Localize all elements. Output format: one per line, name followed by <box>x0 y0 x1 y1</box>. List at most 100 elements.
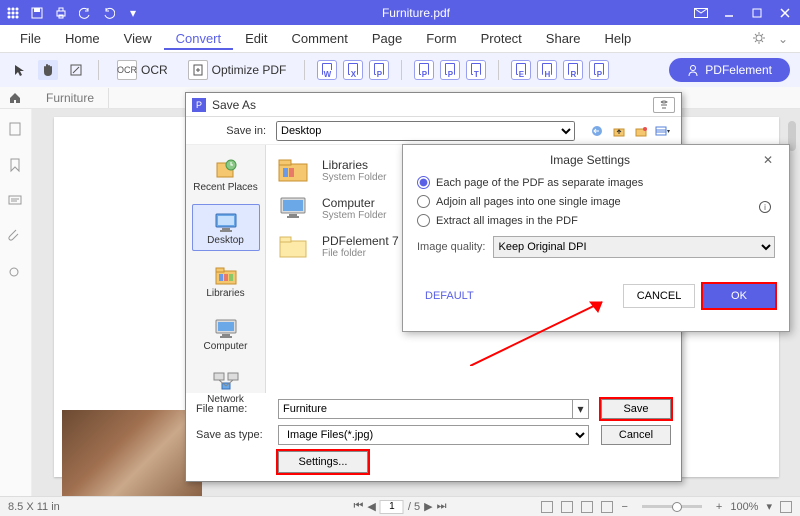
undo-icon[interactable] <box>78 6 92 20</box>
edit-tool-icon[interactable] <box>66 60 86 80</box>
prev-page-icon[interactable]: ◀ <box>367 500 375 513</box>
convert-pdf-icon[interactable]: P <box>440 60 460 80</box>
app-menu-icon[interactable] <box>6 6 20 20</box>
next-page-icon[interactable]: ▶ <box>424 500 432 513</box>
back-icon[interactable] <box>589 123 605 139</box>
save-in-select[interactable]: Desktop <box>276 121 575 141</box>
document-tab[interactable]: Furniture <box>32 88 109 108</box>
dropdown-icon[interactable]: ▾ <box>126 6 140 20</box>
select-tool-icon[interactable] <box>10 60 30 80</box>
menu-convert[interactable]: Convert <box>164 27 234 50</box>
option-separate-images[interactable]: Each page of the PDF as separate images <box>417 173 775 192</box>
menu-protect[interactable]: Protect <box>469 27 534 50</box>
save-as-title: Save As <box>212 98 653 112</box>
page-input[interactable] <box>380 500 404 514</box>
save-icon[interactable] <box>30 6 44 20</box>
ocr-button[interactable]: OCR OCR <box>111 57 174 83</box>
menu-form[interactable]: Form <box>414 27 468 50</box>
ocr-icon: OCR <box>117 60 137 80</box>
thumbnails-icon[interactable] <box>7 121 25 139</box>
toolbar: OCR OCR Optimize PDF W X P P P T E H R P… <box>0 53 800 87</box>
info-icon[interactable]: i <box>759 201 771 213</box>
menu-edit[interactable]: Edit <box>233 27 279 50</box>
zoom-slider[interactable] <box>642 505 702 508</box>
filename-input[interactable] <box>278 399 573 419</box>
document-title: Furniture.pdf <box>140 6 692 20</box>
cancel-button[interactable]: Cancel <box>601 425 671 445</box>
dialog-help-icon[interactable] <box>653 97 675 113</box>
view-mode-1-icon[interactable] <box>541 501 553 513</box>
user-icon <box>687 64 699 76</box>
saveastype-label: Save as type: <box>196 429 278 441</box>
option-extract-images[interactable]: Extract all images in the PDF <box>417 211 775 230</box>
image-quality-select[interactable]: Keep Original DPI <box>493 236 775 258</box>
saveastype-select[interactable]: Image Files(*.jpg) <box>278 425 589 445</box>
print-icon[interactable] <box>54 6 68 20</box>
pdfelement-button[interactable]: PDFelement <box>669 58 790 82</box>
convert-epub-icon[interactable]: E <box>511 60 531 80</box>
first-page-icon[interactable]: ⏮ <box>354 500 364 513</box>
convert-excel-icon[interactable]: X <box>343 60 363 80</box>
mail-icon[interactable] <box>692 4 710 22</box>
up-folder-icon[interactable] <box>611 123 627 139</box>
gear-icon[interactable] <box>752 31 768 47</box>
convert-html-icon[interactable]: H <box>537 60 557 80</box>
menu-file[interactable]: File <box>8 27 53 50</box>
close-icon[interactable] <box>776 4 794 22</box>
menu-home[interactable]: Home <box>53 27 112 50</box>
place-computer[interactable]: Computer <box>192 310 260 357</box>
imgset-cancel-button[interactable]: CANCEL <box>623 284 695 308</box>
zoom-dropdown-icon[interactable]: ▾ <box>766 500 772 513</box>
default-button[interactable]: DEFAULT <box>417 286 482 306</box>
collapse-ribbon-icon[interactable]: ⌄ <box>774 32 792 46</box>
convert-image-icon[interactable]: P <box>414 60 434 80</box>
bookmarks-icon[interactable] <box>7 157 25 175</box>
place-desktop[interactable]: Desktop <box>192 204 260 251</box>
radio-extract[interactable] <box>417 214 430 227</box>
view-mode-4-icon[interactable] <box>601 501 613 513</box>
view-menu-icon[interactable] <box>655 123 671 139</box>
maximize-icon[interactable] <box>748 4 766 22</box>
new-folder-icon[interactable] <box>633 123 649 139</box>
close-icon[interactable]: ✕ <box>763 153 775 173</box>
convert-text-icon[interactable]: T <box>466 60 486 80</box>
save-button[interactable]: Save <box>601 399 671 419</box>
save-in-label: Save in: <box>196 125 270 137</box>
place-recent[interactable]: Recent Places <box>192 151 260 198</box>
status-bar: 8.5 X 11 in ⏮ ◀ / 5 ▶ ⏭ − + 100% ▾ <box>0 496 800 516</box>
search-icon[interactable] <box>7 265 25 283</box>
menu-help[interactable]: Help <box>593 27 644 50</box>
menu-page[interactable]: Page <box>360 27 414 50</box>
hand-tool-icon[interactable] <box>38 60 58 80</box>
view-mode-2-icon[interactable] <box>561 501 573 513</box>
menu-view[interactable]: View <box>112 27 164 50</box>
convert-pdfa-icon[interactable]: P <box>589 60 609 80</box>
fullscreen-icon[interactable] <box>780 501 792 513</box>
filename-dropdown-icon[interactable]: ▾ <box>573 399 589 419</box>
zoom-in-icon[interactable]: + <box>716 501 722 513</box>
photo-preview <box>62 410 202 496</box>
optimize-pdf-button[interactable]: Optimize PDF <box>182 57 293 83</box>
last-page-icon[interactable]: ⏭ <box>437 500 447 513</box>
convert-word-icon[interactable]: W <box>317 60 337 80</box>
minimize-icon[interactable] <box>720 4 738 22</box>
place-libraries[interactable]: Libraries <box>192 257 260 304</box>
menu-share[interactable]: Share <box>534 27 593 50</box>
optimize-icon <box>188 60 208 80</box>
settings-button[interactable]: Settings... <box>278 451 368 473</box>
view-mode-3-icon[interactable] <box>581 501 593 513</box>
option-adjoin-pages[interactable]: Adjoin all pages into one single image <box>417 192 775 211</box>
redo-icon[interactable] <box>102 6 116 20</box>
zoom-out-icon[interactable]: − <box>621 501 627 513</box>
imgset-ok-button[interactable]: OK <box>703 284 775 308</box>
convert-rtf-icon[interactable]: R <box>563 60 583 80</box>
convert-ppt-icon[interactable]: P <box>369 60 389 80</box>
home-icon[interactable] <box>8 91 22 105</box>
comments-icon[interactable] <box>7 193 25 211</box>
attachments-icon[interactable] <box>7 229 25 247</box>
page-navigator: ⏮ ◀ / 5 ▶ ⏭ <box>354 500 447 514</box>
computer-folder-icon <box>276 193 312 223</box>
radio-separate[interactable] <box>417 176 430 189</box>
radio-adjoin[interactable] <box>417 195 430 208</box>
menu-comment[interactable]: Comment <box>280 27 360 50</box>
